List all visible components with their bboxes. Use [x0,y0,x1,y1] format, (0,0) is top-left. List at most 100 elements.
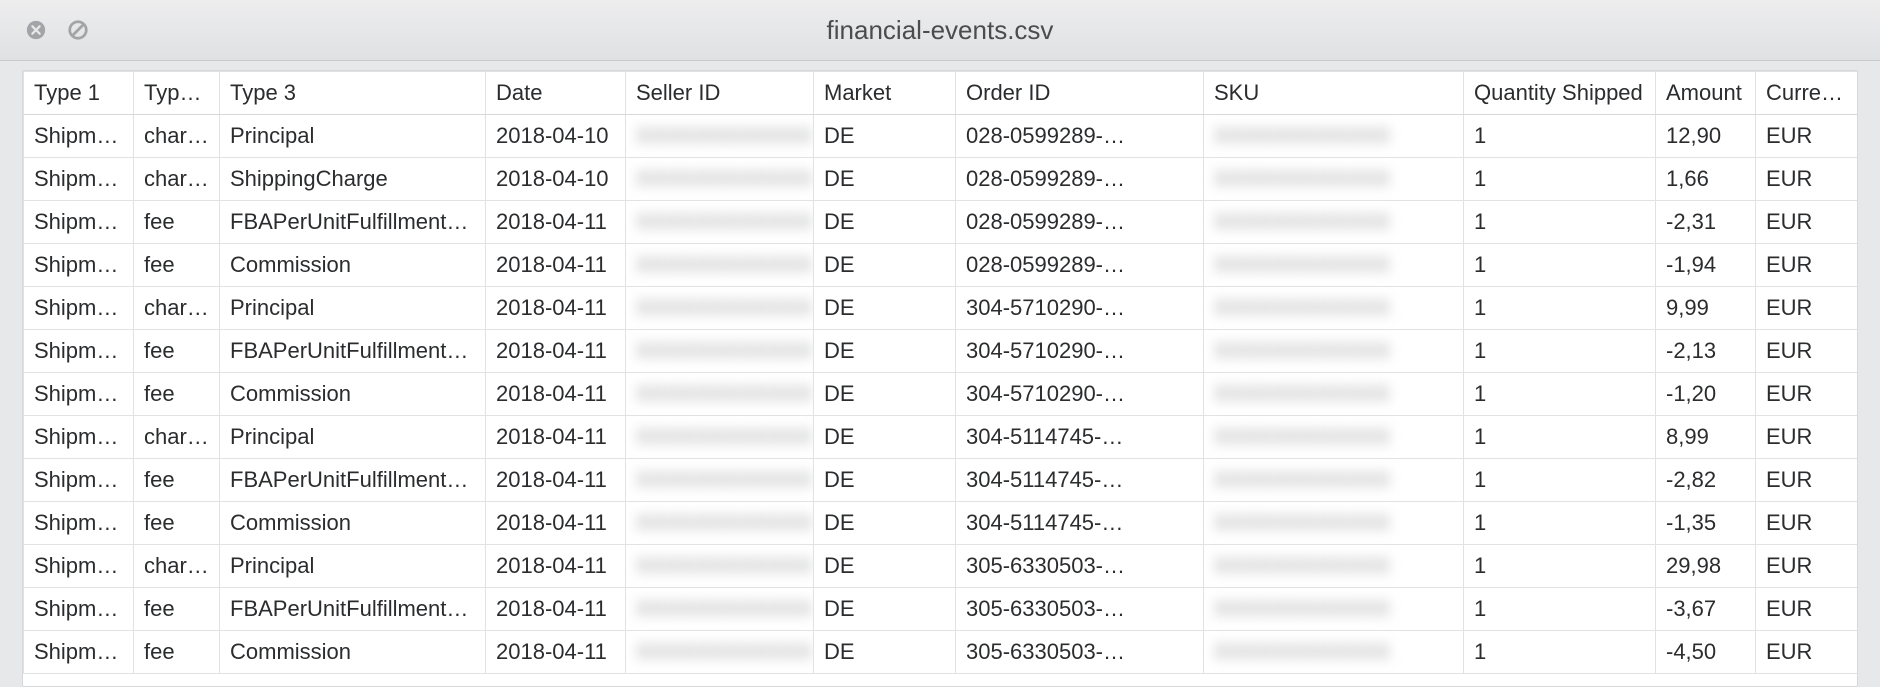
cell-qty[interactable]: 1 [1464,373,1656,416]
cell-currency[interactable]: EUR [1756,158,1858,201]
cell-currency[interactable]: EUR [1756,115,1858,158]
cell-type2[interactable]: fee [134,244,220,287]
cell-type2[interactable]: charge [134,287,220,330]
cell-sku[interactable]: XXXXXXXXXXXX [1204,201,1464,244]
cell-currency[interactable]: EUR [1756,201,1858,244]
cell-amount[interactable]: -1,20 [1656,373,1756,416]
col-header-currency[interactable]: Currency [1756,72,1858,115]
cell-type2[interactable]: fee [134,631,220,674]
cell-market[interactable]: DE [814,287,956,330]
cell-qty[interactable]: 1 [1464,416,1656,459]
col-header-orderid[interactable]: Order ID [956,72,1204,115]
prohibit-icon[interactable] [66,18,90,42]
cell-type1[interactable]: Shipment [24,502,134,545]
cell-sellerid[interactable]: XXXXXXXXXXXX [626,545,814,588]
cell-type2[interactable]: charge [134,545,220,588]
cell-type2[interactable]: fee [134,201,220,244]
cell-market[interactable]: DE [814,588,956,631]
cell-currency[interactable]: EUR [1756,459,1858,502]
cell-date[interactable]: 2018-04-11 [486,373,626,416]
cell-type1[interactable]: Shipment [24,416,134,459]
cell-type3[interactable]: FBAPerUnitFulfillmentFee [220,330,486,373]
cell-qty[interactable]: 1 [1464,588,1656,631]
cell-qty[interactable]: 1 [1464,459,1656,502]
cell-sellerid[interactable]: XXXXXXXXXXXX [626,631,814,674]
cell-orderid[interactable]: 304-5710290-XXXXXXX [956,287,1204,330]
cell-currency[interactable]: EUR [1756,287,1858,330]
cell-orderid[interactable]: 305-6330503-XXXXXXX [956,588,1204,631]
cell-date[interactable]: 2018-04-11 [486,545,626,588]
col-header-sellerid[interactable]: Seller ID [626,72,814,115]
cell-orderid[interactable]: 305-6330503-XXXXXXX [956,631,1204,674]
cell-qty[interactable]: 1 [1464,201,1656,244]
cell-sku[interactable]: XXXXXXXXXXXX [1204,631,1464,674]
cell-type1[interactable]: Shipment [24,115,134,158]
cell-sku[interactable]: XXXXXXXXXXXX [1204,502,1464,545]
cell-amount[interactable]: -1,35 [1656,502,1756,545]
table-row[interactable]: ShipmentfeeFBAPerUnitFulfillmentFee2018-… [24,201,1858,244]
cell-currency[interactable]: EUR [1756,502,1858,545]
table-row[interactable]: ShipmentchargePrincipal2018-04-11XXXXXXX… [24,545,1858,588]
cell-type2[interactable]: fee [134,459,220,502]
cell-type2[interactable]: fee [134,502,220,545]
cell-sku[interactable]: XXXXXXXXXXXX [1204,373,1464,416]
cell-amount[interactable]: -1,94 [1656,244,1756,287]
cell-type1[interactable]: Shipment [24,201,134,244]
cell-amount[interactable]: 9,99 [1656,287,1756,330]
cell-orderid[interactable]: 304-5114745-XXXXXXX [956,459,1204,502]
cell-orderid[interactable]: 304-5710290-XXXXXXX [956,330,1204,373]
cell-amount[interactable]: 29,98 [1656,545,1756,588]
cell-qty[interactable]: 1 [1464,631,1656,674]
cell-type3[interactable]: FBAPerUnitFulfillmentFee [220,459,486,502]
cell-date[interactable]: 2018-04-11 [486,330,626,373]
cell-currency[interactable]: EUR [1756,545,1858,588]
cell-qty[interactable]: 1 [1464,502,1656,545]
cell-sku[interactable]: XXXXXXXXXXXX [1204,416,1464,459]
cell-type3[interactable]: Principal [220,545,486,588]
cell-qty[interactable]: 1 [1464,287,1656,330]
cell-type3[interactable]: Principal [220,416,486,459]
cell-sellerid[interactable]: XXXXXXXXXXXX [626,373,814,416]
cell-orderid[interactable]: 028-0599289-XXXXXXX [956,158,1204,201]
cell-type2[interactable]: charge [134,115,220,158]
cell-orderid[interactable]: 028-0599289-XXXXXXX [956,115,1204,158]
cell-date[interactable]: 2018-04-11 [486,201,626,244]
cell-type1[interactable]: Shipment [24,158,134,201]
cell-type3[interactable]: Commission [220,502,486,545]
cell-date[interactable]: 2018-04-10 [486,158,626,201]
cell-date[interactable]: 2018-04-11 [486,588,626,631]
table-row[interactable]: ShipmentfeeFBAPerUnitFulfillmentFee2018-… [24,330,1858,373]
cell-type2[interactable]: charge [134,158,220,201]
cell-sellerid[interactable]: XXXXXXXXXXXX [626,416,814,459]
col-header-sku[interactable]: SKU [1204,72,1464,115]
cell-type3[interactable]: Commission [220,631,486,674]
col-header-market[interactable]: Market [814,72,956,115]
cell-type2[interactable]: fee [134,373,220,416]
cell-market[interactable]: DE [814,330,956,373]
cell-type3[interactable]: FBAPerUnitFulfillmentFee [220,588,486,631]
cell-orderid[interactable]: 304-5710290-XXXXXXX [956,373,1204,416]
cell-type3[interactable]: Principal [220,115,486,158]
cell-currency[interactable]: EUR [1756,588,1858,631]
table-row[interactable]: ShipmentfeeCommission2018-04-11XXXXXXXXX… [24,502,1858,545]
cell-sellerid[interactable]: XXXXXXXXXXXX [626,244,814,287]
col-header-date[interactable]: Date [486,72,626,115]
cell-sellerid[interactable]: XXXXXXXXXXXX [626,115,814,158]
cell-market[interactable]: DE [814,158,956,201]
col-header-qty[interactable]: Quantity Shipped [1464,72,1656,115]
cell-market[interactable]: DE [814,502,956,545]
cell-type1[interactable]: Shipment [24,287,134,330]
cell-orderid[interactable]: 028-0599289-XXXXXXX [956,244,1204,287]
cell-date[interactable]: 2018-04-11 [486,631,626,674]
cell-type2[interactable]: charge [134,416,220,459]
cell-market[interactable]: DE [814,201,956,244]
cell-sku[interactable]: XXXXXXXXXXXX [1204,158,1464,201]
cell-type1[interactable]: Shipment [24,631,134,674]
cell-orderid[interactable]: 305-6330503-XXXXXXX [956,545,1204,588]
cell-sku[interactable]: XXXXXXXXXXXX [1204,459,1464,502]
cell-amount[interactable]: 8,99 [1656,416,1756,459]
cell-market[interactable]: DE [814,416,956,459]
col-header-type2[interactable]: Type 2 [134,72,220,115]
cell-market[interactable]: DE [814,631,956,674]
cell-market[interactable]: DE [814,115,956,158]
